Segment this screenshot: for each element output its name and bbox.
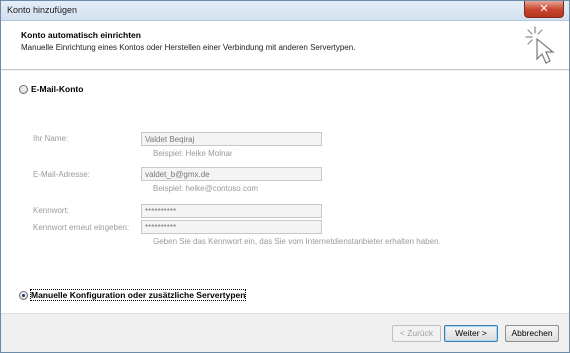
window-title: Konto hinzufügen xyxy=(7,5,78,15)
password-confirm-label: Kennwort erneut eingeben: xyxy=(33,223,130,232)
manual-config-label: Manuelle Konfiguration oder zusätzliche … xyxy=(29,289,247,301)
wizard-content: E-Mail-Konto Ihr Name: Valdet Beqiraj Be… xyxy=(1,71,569,313)
setup-cursor-icon xyxy=(525,26,555,64)
cancel-button[interactable]: Abbrechen xyxy=(505,325,559,342)
email-hint: Beispiel: heike@contoso.com xyxy=(153,184,259,193)
password-hint: Geben Sie das Kennwort ein, das Sie vom … xyxy=(153,237,441,246)
header-subtitle: Manuelle Einrichtung eines Kontos oder H… xyxy=(21,43,356,52)
back-button[interactable]: < Zurück xyxy=(392,325,441,342)
wizard-header: Konto automatisch einrichten Manuelle Ei… xyxy=(1,21,569,70)
button-bar: < Zurück Weiter > Abbrechen xyxy=(1,313,569,352)
password-confirm-field[interactable]: ********** xyxy=(141,220,322,234)
next-button[interactable]: Weiter > xyxy=(444,325,498,342)
email-field[interactable]: valdet_b@gmx.de xyxy=(141,167,322,181)
name-label: Ihr Name: xyxy=(33,134,69,143)
name-field[interactable]: Valdet Beqiraj xyxy=(141,132,322,146)
password-label: Kennwort: xyxy=(33,206,70,215)
email-label: E-Mail-Adresse: xyxy=(33,170,90,179)
close-button[interactable]: ✕ xyxy=(524,1,564,18)
name-hint: Beispiel: Heike Molnar xyxy=(153,149,233,158)
manual-config-radio[interactable] xyxy=(19,290,28,300)
dialog-window: Konto hinzufügen ✕ Konto automatisch ein… xyxy=(0,0,570,353)
email-account-label: E-Mail-Konto xyxy=(31,84,84,94)
manual-config-option[interactable]: Manuelle Konfiguration oder zusätzliche … xyxy=(19,289,247,301)
password-field[interactable]: ********** xyxy=(141,204,322,218)
close-icon: ✕ xyxy=(539,3,549,15)
header-title: Konto automatisch einrichten xyxy=(21,30,141,40)
title-bar: Konto hinzufügen ✕ xyxy=(1,1,569,21)
email-account-option[interactable]: E-Mail-Konto xyxy=(19,84,83,94)
email-account-radio[interactable] xyxy=(19,84,28,94)
